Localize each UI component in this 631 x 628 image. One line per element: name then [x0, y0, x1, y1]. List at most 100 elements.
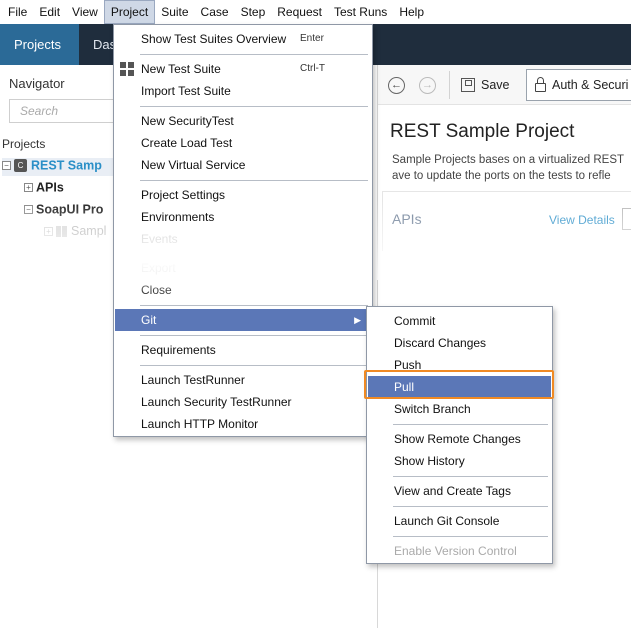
tree-item-soapui-project[interactable]: − SoapUI Pro	[24, 202, 103, 217]
menu-separator	[140, 335, 368, 336]
save-label: Save	[481, 78, 510, 92]
suite-icon	[56, 226, 67, 238]
menu-item-label: Git	[141, 313, 157, 327]
menu-separator	[393, 476, 548, 477]
menu-separator	[393, 424, 548, 425]
menu-help[interactable]: Help	[393, 0, 430, 24]
back-arrow-icon[interactable]: ←	[388, 77, 405, 94]
menu-item-launch-testrunner[interactable]: Launch TestRunner	[115, 369, 371, 391]
git-menu-item-show-remote-changes[interactable]: Show Remote Changes	[368, 428, 551, 450]
tab-projects[interactable]: Projects	[0, 24, 79, 65]
test-suite-icon	[120, 62, 134, 76]
projects-label: Projects	[2, 137, 46, 151]
menu-item-label: New SecurityTest	[141, 114, 234, 128]
menu-step[interactable]: Step	[235, 0, 272, 24]
git-menu-item-commit[interactable]: Commit	[368, 310, 551, 332]
menu-item-show-test-suites-overview[interactable]: Show Test Suites Overview Enter	[115, 28, 371, 50]
menu-item-launch-http-monitor[interactable]: Launch HTTP Monitor	[115, 413, 371, 435]
git-menu-item-pull[interactable]: Pull	[368, 376, 551, 398]
menu-item-events[interactable]: Events	[115, 228, 371, 250]
git-submenu: Commit Discard Changes Push Pull Switch …	[366, 306, 553, 564]
menu-item-shortcut: Ctrl-T	[300, 63, 325, 74]
menu-item-label: Close	[141, 283, 172, 297]
menu-item-new-test-suite[interactable]: New Test Suite Ctrl-T	[115, 58, 371, 80]
menu-item-import-test-suite[interactable]: Import Test Suite	[115, 80, 371, 102]
navigator-title: Navigator	[9, 76, 65, 91]
menu-item-new-virtual-service[interactable]: New Virtual Service	[115, 154, 371, 176]
menu-item-environments[interactable]: Environments	[115, 206, 371, 228]
menu-case[interactable]: Case	[195, 0, 235, 24]
navigator-search-input[interactable]: Search	[9, 99, 119, 123]
project-description: Sample Projects bases on a virtualized R…	[392, 152, 631, 184]
menu-bar: File Edit View Project Suite Case Step R…	[0, 0, 631, 24]
menu-item-label: Show Test Suites Overview	[141, 32, 287, 46]
git-menu-item-switch-branch[interactable]: Switch Branch	[368, 398, 551, 420]
tree-item-rest-project[interactable]: − C REST Samp	[2, 158, 120, 176]
menu-separator	[140, 106, 368, 107]
menu-item-create-load-test[interactable]: Create Load Test	[115, 132, 371, 154]
forward-arrow-icon[interactable]: →	[419, 77, 436, 94]
menu-view[interactable]: View	[66, 0, 104, 24]
menu-item-label: Launch TestRunner	[141, 373, 245, 387]
collapse-icon[interactable]: −	[2, 161, 11, 171]
menu-item-requirements[interactable]: Requirements	[115, 339, 371, 361]
expand-icon[interactable]: +	[24, 183, 33, 193]
tree-item-label: REST Samp	[31, 158, 102, 173]
menu-separator	[140, 180, 368, 181]
apis-card-edge	[622, 208, 631, 230]
tree-item-apis[interactable]: + APIs	[24, 180, 64, 195]
menu-item-launch-security-testrunner[interactable]: Launch Security TestRunner	[115, 391, 371, 413]
menu-item-label: Requirements	[141, 343, 216, 357]
menu-edit[interactable]: Edit	[33, 0, 66, 24]
git-menu-item-push[interactable]: Push	[368, 354, 551, 376]
menu-separator	[393, 506, 548, 507]
menu-item-label: Launch HTTP Monitor	[141, 417, 259, 431]
expand-icon[interactable]: +	[44, 227, 53, 237]
menu-separator	[393, 536, 548, 537]
menu-item-git[interactable]: Git ▶	[115, 309, 371, 331]
description-line: Sample Projects bases on a virtualized R…	[392, 154, 625, 166]
page-title: REST Sample Project	[390, 121, 575, 142]
menu-item-new-securitytest[interactable]: New SecurityTest	[115, 110, 371, 132]
lock-icon	[535, 77, 546, 92]
view-details-link[interactable]: View Details	[549, 213, 615, 227]
menu-separator	[140, 305, 368, 306]
git-menu-item-discard-changes[interactable]: Discard Changes	[368, 332, 551, 354]
menu-project[interactable]: Project	[103, 0, 156, 24]
menu-request[interactable]: Request	[271, 0, 328, 24]
menu-suite[interactable]: Suite	[155, 0, 194, 24]
menu-test-runs[interactable]: Test Runs	[328, 0, 393, 24]
git-menu-item-show-history[interactable]: Show History	[368, 450, 551, 472]
menu-item-label: Environments	[141, 210, 215, 224]
description-line: ave to update the ports on the tests to …	[392, 170, 611, 182]
collapse-icon[interactable]: −	[24, 205, 33, 215]
menu-item-label: New Virtual Service	[141, 158, 246, 172]
menu-item-label: Launch Security TestRunner	[141, 395, 292, 409]
menu-item-export[interactable]: Export	[115, 257, 371, 279]
menu-item-label: Create Load Test	[141, 136, 233, 150]
save-icon	[461, 78, 475, 92]
submenu-arrow-icon: ▶	[354, 315, 361, 325]
git-menu-item-view-and-create-tags[interactable]: View and Create Tags	[368, 480, 551, 502]
tree-item-label: APIs	[36, 180, 64, 195]
menu-item-label: Import Test Suite	[141, 84, 231, 98]
menu-item-label: Export	[141, 261, 176, 275]
git-menu-item-launch-git-console[interactable]: Launch Git Console	[368, 510, 551, 532]
menu-file[interactable]: File	[2, 0, 33, 24]
menu-item-label: New Test Suite	[141, 62, 221, 76]
project-menu: Show Test Suites Overview Enter New Test…	[113, 24, 373, 437]
menu-item-project-settings[interactable]: Project Settings	[115, 184, 371, 206]
save-button[interactable]: Save	[461, 74, 510, 96]
auth-security-button[interactable]: Auth & Securi	[526, 69, 631, 101]
auth-label: Auth & Securi	[552, 78, 629, 92]
menu-item-label: Events	[141, 232, 178, 246]
tree-item-label: SoapUI Pro	[36, 202, 104, 217]
menu-item-shortcut: Enter	[300, 33, 324, 44]
toolbar-divider	[449, 71, 450, 99]
menu-item-label: Project Settings	[141, 188, 226, 202]
project-icon: C	[14, 159, 27, 173]
tree-item-sample[interactable]: + Sampl	[44, 224, 106, 238]
apis-section-title: APIs	[392, 211, 422, 227]
menu-item-close[interactable]: Close	[115, 279, 371, 301]
panel-toolbar: ← → Save Auth & Securi	[378, 65, 631, 105]
